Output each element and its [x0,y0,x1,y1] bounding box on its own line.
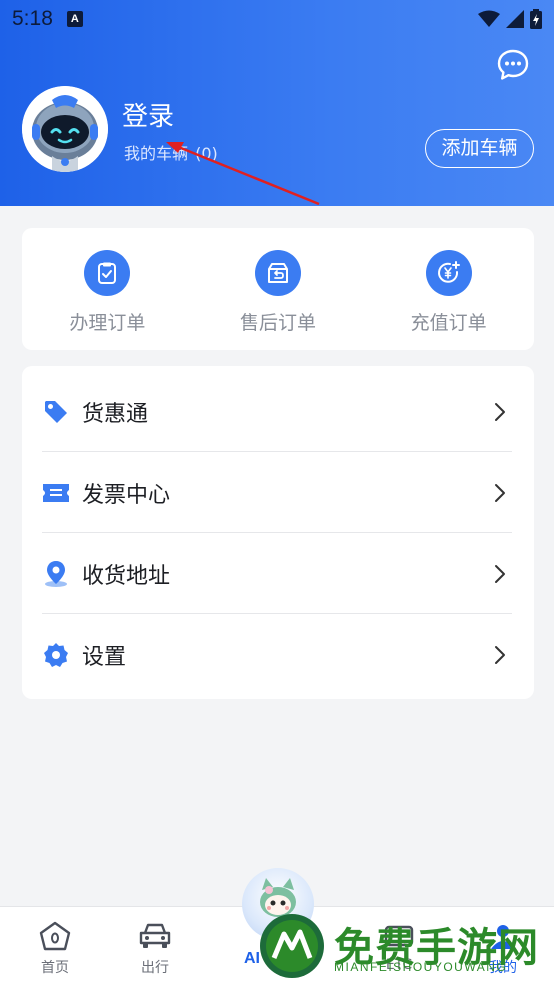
menu-item-huohuitong[interactable]: 货惠通 [22,371,534,452]
chevron-right-icon [495,564,505,583]
my-vehicles-count: (0) [195,144,218,163]
car-icon [139,923,171,948]
menu-label-invoice: 发票中心 [82,482,171,508]
return-box-icon [255,250,301,296]
tab-home[interactable]: 首页 [0,907,110,984]
order-processing-label: 办理订单 [69,312,146,334]
chevron-right-icon [495,402,505,421]
my-vehicles-label[interactable]: 我的车辆 (0) [122,140,218,164]
wifi-icon [478,10,500,27]
order-recharge-button[interactable]: 充值订单 [363,228,534,350]
profile-header: 5:18 A 登录 我的车辆 (0) 添加车辆 [0,0,554,206]
menu-label-huohuitong: 货惠通 [82,401,149,427]
chat-bubble-icon [497,49,529,80]
home-icon [39,921,71,951]
login-link[interactable]: 登录 [122,96,174,133]
chevron-right-icon [495,645,505,664]
status-time: 5:18 [12,7,53,30]
gear-icon [42,641,70,669]
orders-card: 办理订单 售后订单 充值订单 [22,228,534,350]
tab-travel[interactable]: 出行 [100,907,210,984]
chevron-right-icon [495,483,505,502]
tag-icon [42,398,70,426]
add-vehicle-button[interactable]: 添加车辆 [425,129,534,168]
tab-home-label: 首页 [41,960,69,976]
status-bar: 5:18 A [0,0,554,38]
tab-travel-label: 出行 [141,960,169,976]
robot-mascot-icon [22,86,108,172]
menu-item-address[interactable]: 收货地址 [22,533,534,614]
order-recharge-label: 充值订单 [410,312,487,334]
menu-card: 货惠通 发票中心 收货地址 设置 [22,366,534,699]
ticket-icon [42,479,70,507]
order-aftersale-label: 售后订单 [240,312,317,334]
notification-icon: A [66,11,83,27]
menu-label-settings: 设置 [82,644,127,670]
menu-item-invoice[interactable]: 发票中心 [22,452,534,533]
watermark-subtitle: MIANFEISHOUYOUWANG [334,960,508,974]
order-aftersale-button[interactable]: 售后订单 [193,228,364,350]
watermark-logo [260,914,324,978]
yen-coin-icon [425,250,472,296]
clipboard-check-icon [84,250,131,296]
message-button[interactable] [496,48,530,82]
signal-icon [506,10,524,28]
location-pin-icon [42,560,70,588]
order-processing-button[interactable]: 办理订单 [22,228,193,350]
my-vehicles-text: 我的车辆 [124,144,189,163]
menu-label-address: 收货地址 [82,563,171,589]
avatar[interactable] [22,86,108,172]
menu-item-settings[interactable]: 设置 [22,614,534,695]
battery-icon [530,9,542,29]
